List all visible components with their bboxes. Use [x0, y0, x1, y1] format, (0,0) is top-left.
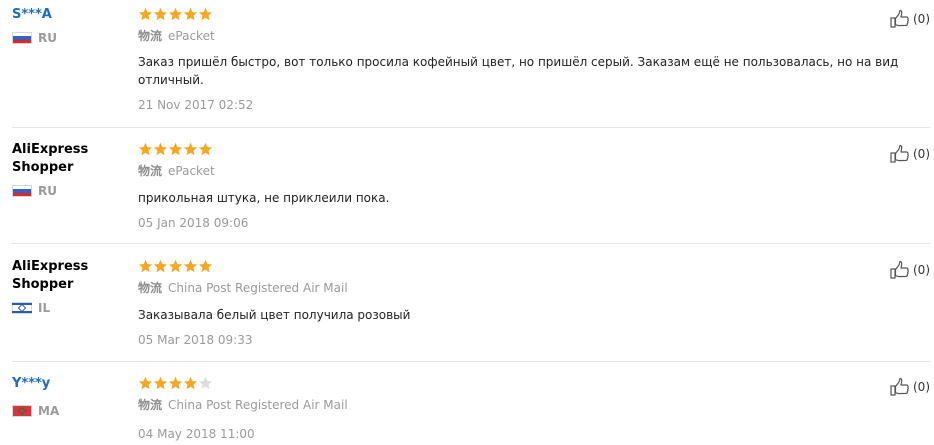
- star-filled-icon: [198, 7, 213, 22]
- shipping-info: 物流 ePacket: [138, 163, 898, 179]
- country-code: RU: [38, 31, 57, 45]
- shipping-info: 物流 China Post Registered Air Mail: [138, 280, 898, 296]
- reviewer-name[interactable]: S***A: [12, 6, 98, 24]
- shipping-method: ePacket: [168, 29, 215, 43]
- country-code: IL: [38, 301, 51, 315]
- shipping-method: China Post Registered Air Mail: [168, 281, 348, 295]
- thumbs-up-icon[interactable]: [889, 376, 911, 398]
- divider: [12, 127, 930, 128]
- star-filled-icon: [183, 142, 198, 157]
- reviewer-name[interactable]: Y***y: [12, 375, 98, 393]
- star-filled-icon: [138, 7, 153, 22]
- helpful-button[interactable]: (0): [889, 143, 930, 165]
- star-filled-icon: [168, 7, 183, 22]
- reviewer-info: AliExpress Shopper RU: [12, 141, 132, 199]
- reviewer-info: S***A RU: [12, 6, 132, 46]
- helpful-button[interactable]: (0): [889, 8, 930, 30]
- reviewer-info: AliExpress Shopper IL: [12, 258, 132, 316]
- reviewer-name: AliExpress Shopper: [12, 259, 89, 292]
- review-item: S***A RU 物流 ePacket Заказ пришёл быстро,…: [12, 6, 930, 116]
- russia-flag-icon: [12, 185, 32, 197]
- helpful-count: (0): [913, 147, 930, 161]
- reviewer-country: RU: [12, 183, 132, 199]
- review-item: Y***y MA 物流 China Post Registered Air Ma…: [12, 375, 930, 445]
- reviewer-country: MA: [12, 403, 132, 419]
- thumbs-up-icon[interactable]: [889, 143, 911, 165]
- reviewer-country: RU: [12, 30, 132, 46]
- star-filled-icon: [153, 376, 168, 391]
- star-filled-icon: [153, 7, 168, 22]
- review-content: 物流 ePacket прикольная штука, не приклеил…: [138, 141, 898, 231]
- star-rating: [138, 258, 898, 274]
- reviewer-name: AliExpress Shopper: [12, 142, 89, 175]
- shipping-info: 物流 China Post Registered Air Mail: [138, 397, 898, 413]
- star-filled-icon: [168, 376, 183, 391]
- divider: [12, 361, 930, 362]
- shipping-info: 物流 ePacket: [138, 28, 898, 44]
- star-rating: [138, 6, 898, 22]
- shipping-method: ePacket: [168, 164, 215, 178]
- star-rating: [138, 141, 898, 157]
- reviewer-country: IL: [12, 300, 132, 316]
- shipping-label: 物流: [138, 281, 163, 295]
- star-filled-icon: [198, 142, 213, 157]
- helpful-button[interactable]: (0): [889, 259, 930, 281]
- review-text: Заказ пришёл быстро, вот только просила …: [138, 55, 899, 87]
- shipping-label: 物流: [138, 164, 163, 178]
- star-filled-icon: [153, 142, 168, 157]
- feedback-list: S***A RU 物流 ePacket Заказ пришёл быстро,…: [0, 0, 934, 445]
- israel-flag-icon: [12, 302, 32, 314]
- thumbs-up-icon[interactable]: [889, 259, 911, 281]
- star-rating: [138, 375, 898, 391]
- review-content: 物流 ePacket Заказ пришёл быстро, вот толь…: [138, 6, 898, 113]
- star-filled-icon: [138, 376, 153, 391]
- review-date: 04 May 2018 11:00: [138, 427, 255, 441]
- helpful-count: (0): [913, 12, 930, 26]
- review-date: 05 Jan 2018 09:06: [138, 216, 249, 230]
- reviewer-info: Y***y MA: [12, 375, 132, 419]
- review-content: 物流 China Post Registered Air Mail 04 May…: [138, 375, 898, 442]
- country-code: RU: [38, 184, 57, 198]
- star-filled-icon: [138, 142, 153, 157]
- russia-flag-icon: [12, 32, 32, 44]
- review-item: AliExpress Shopper RU 物流 ePacket приколь…: [12, 141, 930, 231]
- helpful-count: (0): [913, 380, 930, 394]
- review-date: 05 Mar 2018 09:33: [138, 333, 253, 347]
- star-filled-icon: [183, 376, 198, 391]
- star-filled-icon: [138, 259, 153, 274]
- star-filled-icon: [198, 259, 213, 274]
- divider: [12, 243, 930, 244]
- review-content: 物流 China Post Registered Air Mail Заказы…: [138, 258, 898, 348]
- country-code: MA: [38, 404, 60, 418]
- review-text: Заказывала белый цвет получила розовый: [138, 308, 411, 322]
- thumbs-up-icon[interactable]: [889, 8, 911, 30]
- review-date: 21 Nov 2017 02:52: [138, 98, 254, 112]
- star-filled-icon: [183, 7, 198, 22]
- helpful-count: (0): [913, 263, 930, 277]
- star-filled-icon: [153, 259, 168, 274]
- shipping-method: China Post Registered Air Mail: [168, 398, 348, 412]
- star-empty-icon: [198, 376, 213, 391]
- star-filled-icon: [168, 259, 183, 274]
- star-filled-icon: [183, 259, 198, 274]
- shipping-label: 物流: [138, 29, 163, 43]
- shipping-label: 物流: [138, 398, 163, 412]
- helpful-button[interactable]: (0): [889, 376, 930, 398]
- star-filled-icon: [168, 142, 183, 157]
- review-text: прикольная штука, не приклеили пока.: [138, 191, 390, 205]
- morocco-flag-icon: [12, 405, 32, 417]
- review-item: AliExpress Shopper IL 物流 China Post Regi…: [12, 258, 930, 348]
